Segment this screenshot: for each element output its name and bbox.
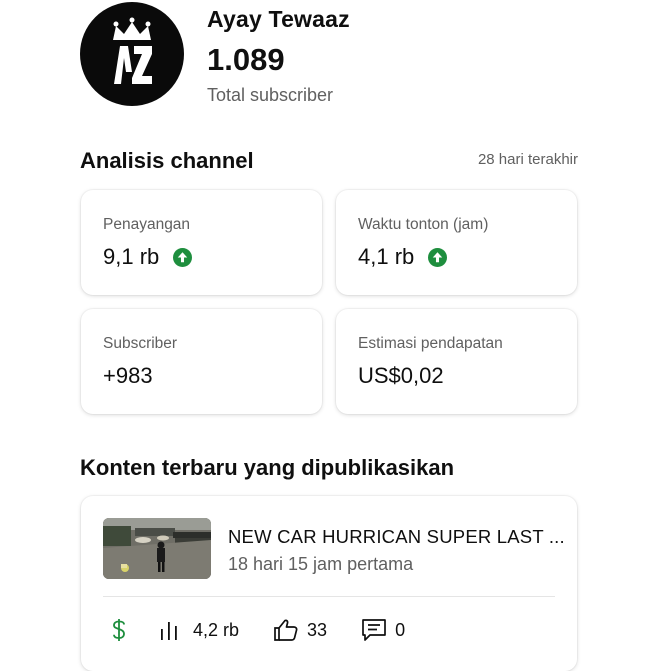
- metric-label: Penayangan: [103, 216, 191, 233]
- subscriber-label: Total subscriber: [207, 85, 334, 105]
- metric-value-row: 4,1 rb: [358, 244, 448, 270]
- metric-label: Estimasi pendapatan: [358, 335, 503, 352]
- metric-value-row: 9,1 rb: [103, 244, 193, 270]
- likes-count: 33: [307, 619, 328, 640]
- comments-stat: 0: [361, 618, 405, 642]
- video-thumbnail[interactable]: [103, 518, 211, 579]
- metric-value-row: US$0,02: [358, 363, 444, 389]
- video-thumbnail-image: [103, 518, 211, 579]
- dollar-icon: [113, 619, 125, 641]
- comments-count: 0: [395, 619, 406, 640]
- thumbs-up-icon: [274, 619, 298, 641]
- video-meta: 18 hari 15 jam pertama: [228, 554, 414, 574]
- bar-chart-icon: [161, 622, 177, 640]
- metric-value: US$0,02: [358, 363, 444, 388]
- trend-up-icon: [173, 247, 193, 267]
- recent-video-card[interactable]: NEW CAR HURRICAN SUPER LAST ... 18 hari …: [81, 496, 577, 671]
- trend-up-icon: [428, 247, 448, 267]
- metric-value: 4,1 rb: [358, 244, 415, 269]
- subscriber-count: 1.089: [207, 42, 285, 77]
- date-range-label[interactable]: 28 hari terakhir: [478, 151, 578, 168]
- likes-stat: 33: [273, 618, 327, 642]
- metric-card-views[interactable]: Penayangan 9,1 rb: [81, 190, 322, 295]
- metric-label: Waktu tonton (jam): [358, 216, 489, 233]
- channel-avatar[interactable]: [80, 2, 184, 106]
- metric-card-watch-time[interactable]: Waktu tonton (jam) 4,1 rb: [336, 190, 577, 295]
- channel-name: Ayay Tewaaz: [207, 6, 350, 32]
- comment-icon: [362, 619, 386, 641]
- metric-card-revenue[interactable]: Estimasi pendapatan US$0,02: [336, 309, 577, 414]
- recent-content-title: Konten terbaru yang dipublikasikan: [80, 455, 455, 480]
- views-count: 4,2 rb: [193, 619, 240, 640]
- analytics-title: Analisis channel: [80, 148, 254, 173]
- metric-value-row: +983: [103, 363, 153, 389]
- metric-label: Subscriber: [103, 335, 178, 352]
- video-title[interactable]: NEW CAR HURRICAN SUPER LAST ...: [228, 526, 565, 548]
- metric-value: 9,1 rb: [103, 244, 160, 269]
- metric-value: +983: [103, 363, 153, 388]
- metric-card-subscribers[interactable]: Subscriber +983: [81, 309, 322, 414]
- crown-logo-icon: [113, 17, 152, 84]
- revenue-stat: [111, 618, 127, 642]
- divider: [103, 596, 555, 597]
- video-stats-row: 4,2 rb 33 0: [111, 618, 405, 642]
- views-stat: 4,2 rb: [159, 620, 239, 641]
